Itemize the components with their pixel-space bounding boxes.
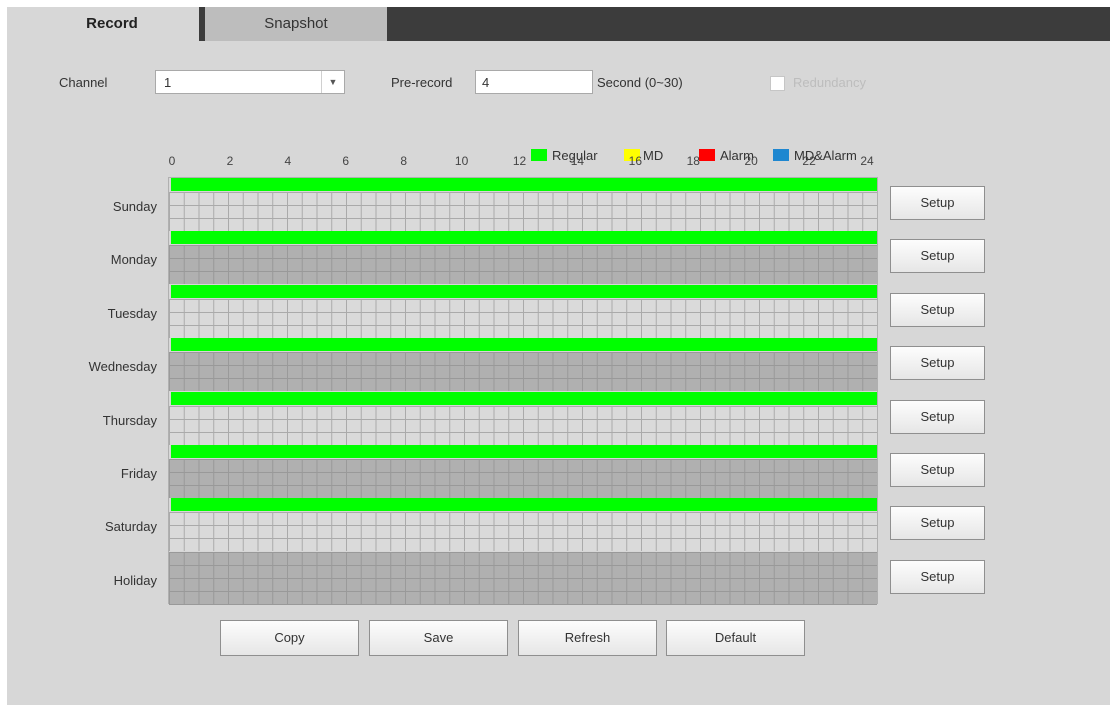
hour-tick-label: 10	[454, 154, 469, 168]
redundancy-label: Redundancy	[793, 75, 866, 90]
setup-button-friday[interactable]: Setup	[890, 453, 985, 487]
hour-tick-label: 6	[342, 154, 350, 168]
refresh-button[interactable]: Refresh	[518, 620, 657, 656]
schedule-row[interactable]	[169, 391, 877, 446]
day-label-thursday: Thursday	[102, 412, 157, 428]
setup-button-tuesday[interactable]: Setup	[890, 292, 985, 327]
schedule-cells[interactable]	[169, 298, 877, 338]
setup-button-holiday[interactable]: Setup	[890, 559, 985, 594]
regular-record-bar	[171, 498, 877, 512]
day-label-saturday: Saturday	[104, 519, 157, 535]
setup-button-monday[interactable]: Setup	[890, 239, 985, 274]
schedule-row[interactable]	[169, 498, 877, 552]
legend-swatch-regular	[531, 149, 547, 161]
schedule-cells[interactable]	[169, 405, 877, 445]
schedule-row[interactable]	[169, 551, 877, 606]
day-label-sunday: Sunday	[112, 199, 157, 214]
schedule-cells[interactable]	[169, 245, 877, 285]
schedule-grid[interactable]	[168, 177, 878, 606]
hour-tick-label: 0	[168, 154, 176, 168]
channel-select[interactable]: 1 ▼	[155, 70, 345, 94]
regular-record-bar	[171, 178, 877, 191]
setup-button-saturday[interactable]: Setup	[890, 506, 985, 541]
schedule-row[interactable]	[169, 338, 877, 392]
setup-button-wednesday[interactable]: Setup	[890, 346, 985, 381]
day-label-holiday: Holiday	[113, 572, 157, 588]
day-label-friday: Friday	[120, 466, 157, 481]
tab-record[interactable]: Record	[27, 7, 197, 41]
regular-record-bar	[171, 231, 877, 245]
hour-tick-label: 16	[628, 154, 643, 168]
legend-swatch-alarm	[699, 149, 715, 161]
hour-tick-label: 4	[284, 154, 292, 168]
channel-label: Channel	[59, 75, 108, 90]
setup-button-sunday[interactable]: Setup	[890, 186, 985, 220]
schedule-row[interactable]	[169, 231, 877, 285]
tab-bar-fill	[387, 7, 1110, 41]
day-label-wednesday: Wednesday	[88, 359, 157, 375]
prerecord-suffix: Second (0~30)	[597, 75, 683, 90]
hour-tick-label: 20	[744, 154, 758, 168]
schedule-cells[interactable]	[169, 512, 877, 552]
save-button[interactable]: Save	[369, 620, 508, 656]
schedule-cells[interactable]	[169, 352, 877, 392]
chevron-down-icon[interactable]: ▼	[321, 71, 344, 93]
tab-snapshot[interactable]: Snapshot	[205, 7, 387, 41]
setup-button-thursday[interactable]: Setup	[890, 399, 985, 434]
hour-tick-label: 24	[860, 154, 874, 168]
hour-tick-label: 14	[570, 154, 585, 168]
schedule-cells[interactable]	[169, 459, 877, 498]
schedule-cells[interactable]	[169, 192, 877, 231]
regular-record-bar	[171, 445, 877, 458]
legend-swatch-md-alarm	[773, 149, 789, 161]
day-label-monday: Monday	[110, 252, 157, 268]
record-settings-panel: Record Snapshot Channel 1 ▼ Pre-record S…	[7, 7, 1110, 705]
legend-label: MD	[643, 148, 664, 163]
hour-tick-label: 2	[226, 154, 234, 168]
regular-record-bar	[171, 338, 877, 352]
hour-tick-label: 22	[802, 154, 816, 168]
tab-bar: Record Snapshot	[7, 7, 1110, 41]
channel-select-value: 1	[164, 75, 172, 90]
redundancy-checkbox[interactable]	[770, 76, 785, 91]
regular-record-bar	[171, 284, 877, 298]
prerecord-label: Pre-record	[391, 75, 453, 90]
day-label-tuesday: Tuesday	[107, 305, 157, 321]
schedule-row[interactable]	[169, 445, 877, 499]
hour-tick-label: 18	[686, 154, 700, 168]
default-button[interactable]: Default	[666, 620, 805, 656]
hour-tick-label: 12	[512, 154, 527, 168]
prerecord-input[interactable]	[475, 70, 593, 94]
schedule-row[interactable]	[169, 178, 877, 232]
copy-button[interactable]: Copy	[220, 620, 359, 656]
hour-tick-label: 8	[400, 154, 407, 168]
schedule-row[interactable]	[169, 284, 877, 339]
regular-record-bar	[171, 391, 877, 405]
schedule-cells[interactable]	[169, 551, 877, 605]
